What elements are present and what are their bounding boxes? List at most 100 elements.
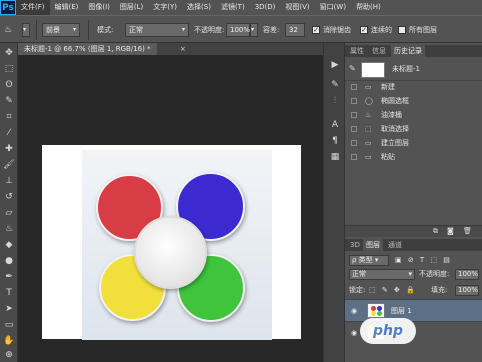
history-snapshot[interactable]: ✎ 未标题-1 xyxy=(345,59,482,81)
menu-file[interactable]: 文件(F) xyxy=(16,0,50,15)
swatches-icon[interactable]: ▦ xyxy=(329,151,341,163)
history-item[interactable]: ▭ 建立图层 xyxy=(345,137,482,149)
brush-tool-icon[interactable]: 🖌 xyxy=(3,159,15,171)
history-brush-tool-icon[interactable]: ↺ xyxy=(3,191,15,203)
paint-bucket-tool-icon[interactable]: ♨ xyxy=(3,223,15,235)
zoom-tool-icon[interactable]: ⊕ xyxy=(3,349,15,361)
menu-window[interactable]: 窗口(W) xyxy=(315,0,351,15)
eraser-tool-icon[interactable]: ▱ xyxy=(3,207,15,219)
tab-info[interactable]: 信息 xyxy=(369,45,389,57)
type-tool-icon[interactable]: T xyxy=(3,287,15,299)
mode-label: 模式: xyxy=(97,26,114,34)
menu-view[interactable]: 视图(V) xyxy=(280,0,314,15)
filter-icons[interactable]: ▣ ⊘ T ⬚ ▤ xyxy=(395,254,452,266)
layer-opacity-input[interactable]: 100% xyxy=(455,269,479,280)
history-item[interactable]: ◯ 椭圆选框 xyxy=(345,95,482,107)
mode-select[interactable]: 正常 ▾ xyxy=(125,23,189,37)
contiguous-label: 连续的 xyxy=(371,26,392,34)
snapshot-name: 未标题-1 xyxy=(392,65,420,73)
search-icon: ρ xyxy=(352,256,359,264)
antialias-checkbox[interactable]: ✓ xyxy=(312,26,320,34)
lock-label: 锁定: xyxy=(349,286,366,294)
lock-icons[interactable]: ⬚ ✎ ✥ 🔒 xyxy=(369,284,417,296)
tab-layers[interactable]: 图层 xyxy=(363,239,383,251)
dodge-tool-icon[interactable]: ● xyxy=(3,255,15,267)
tab-3d[interactable]: 3D xyxy=(347,239,363,251)
trash-icon[interactable]: 🗑 xyxy=(463,227,472,235)
fill-label: 填充: xyxy=(431,286,448,294)
pen-tool-icon[interactable]: ✒ xyxy=(3,271,15,283)
eyedropper-tool-icon[interactable]: ⁄ xyxy=(3,127,15,139)
brush-settings-icon[interactable]: ✎ xyxy=(329,79,341,91)
paint-bucket-icon[interactable]: ♨ xyxy=(4,23,12,37)
layer-opacity-label: 不透明度: xyxy=(419,270,450,278)
opacity-input[interactable]: 100% xyxy=(226,23,250,37)
eye-icon[interactable]: ◉ xyxy=(351,307,357,315)
divider xyxy=(36,20,37,40)
white-center-disc xyxy=(134,216,207,289)
ellipse-marquee-icon: ◯ xyxy=(365,97,373,105)
character-icon[interactable]: A xyxy=(329,119,341,131)
opacity-dropdown[interactable]: ▾ xyxy=(250,23,258,37)
marquee-tool-icon[interactable]: ⬚ xyxy=(3,63,15,75)
menu-layer[interactable]: 图层(L) xyxy=(115,0,148,15)
eye-icon[interactable]: ◉ xyxy=(351,329,357,337)
tab-properties[interactable]: 属性 xyxy=(347,45,367,57)
lasso-tool-icon[interactable]: ʘ xyxy=(3,79,15,91)
quick-select-tool-icon[interactable]: ✎ xyxy=(3,95,15,107)
history-item[interactable]: ▭ 粘贴 xyxy=(345,151,482,163)
blur-tool-icon[interactable]: ◆ xyxy=(3,239,15,251)
all-layers-checkbox[interactable] xyxy=(398,26,406,34)
antialias-label: 消除锯齿 xyxy=(323,26,351,34)
photoshop-logo: Ps xyxy=(0,0,16,15)
move-tool-icon[interactable]: ✥ xyxy=(3,47,15,59)
history-item[interactable]: ♨ 油漆桶 xyxy=(345,109,482,121)
tolerance-input[interactable]: 32 xyxy=(285,23,305,37)
clone-stamp-tool-icon[interactable]: ⊥ xyxy=(3,175,15,187)
layer-row-selected[interactable]: ◉ 图层 1 xyxy=(345,299,482,321)
menu-edit[interactable]: 编辑(E) xyxy=(50,0,84,15)
crop-tool-icon[interactable]: ⌗ xyxy=(3,111,15,123)
tool-preset-dropdown[interactable]: ▾ xyxy=(22,23,30,37)
paint-bucket-icon: ♨ xyxy=(365,111,372,119)
contiguous-checkbox[interactable]: ✓ xyxy=(360,26,368,34)
brush-icon: ✎ xyxy=(349,64,356,73)
tab-channels[interactable]: 通道 xyxy=(385,239,405,251)
history-item[interactable]: ▭ 新建 xyxy=(345,81,482,93)
layer-filter-select[interactable]: ρ 类型 ▾ xyxy=(349,255,389,266)
fill-source-select[interactable]: 前景 ▾ xyxy=(42,23,80,37)
menu-3d[interactable]: 3D(D) xyxy=(250,0,281,15)
document-tab[interactable]: 未标题-1 @ 66.7% (图层 1, RGB/16) * xyxy=(18,43,157,55)
all-layers-label: 所有图层 xyxy=(409,26,437,34)
play-icon[interactable]: ▶ xyxy=(329,59,341,71)
tolerance-label: 容差: xyxy=(263,26,280,34)
paste-icon: ▭ xyxy=(365,153,372,161)
menu-help[interactable]: 帮助(H) xyxy=(351,0,386,15)
layer-thumbnail xyxy=(367,303,385,318)
panel-icon-column: ▶ ✎ ⫶ A ¶ ▦ xyxy=(323,43,345,362)
divider xyxy=(88,20,89,40)
menu-filter[interactable]: 滤镜(T) xyxy=(216,0,250,15)
menu-select[interactable]: 选择(S) xyxy=(182,0,216,15)
fill-input[interactable]: 100% xyxy=(455,285,479,296)
menu-bar: Ps 文件(F) 编辑(E) 图像(I) 图层(L) 文字(Y) 选择(S) 滤… xyxy=(0,0,482,15)
options-bar: ♨ ▾ 前景 ▾ 模式: 正常 ▾ 不透明度: 100% ▾ 容差: 32 ✓ 消除… xyxy=(0,15,482,43)
history-footer: ⧉ ◙ 🗑 xyxy=(345,225,482,237)
path-selection-tool-icon[interactable]: ➤ xyxy=(3,303,15,315)
snapshot-camera-icon[interactable]: ◙ xyxy=(447,227,454,235)
layers-panel-tabs: 3D 图层 通道 xyxy=(345,239,482,251)
paragraph-icon[interactable]: ¶ xyxy=(329,135,341,147)
menu-image[interactable]: 图像(I) xyxy=(83,0,115,15)
shape-tool-icon[interactable]: ▭ xyxy=(3,319,15,331)
menu-type[interactable]: 文字(Y) xyxy=(148,0,182,15)
close-icon[interactable]: × xyxy=(180,43,186,55)
hand-tool-icon[interactable]: ✋ xyxy=(3,335,15,347)
blend-mode-select[interactable]: 正常 ▾ xyxy=(349,269,415,280)
tab-history[interactable]: 历史记录 xyxy=(391,45,425,57)
new-document-icon[interactable]: ⧉ xyxy=(433,227,438,236)
tools-panel: ✥ ⬚ ʘ ✎ ⌗ ⁄ ✚ 🖌 ⊥ ↺ ▱ ♨ ◆ ● ✒ T ➤ ▭ ✋ ⊕ xyxy=(0,43,18,362)
snapshot-thumbnail xyxy=(361,62,385,78)
healing-brush-tool-icon[interactable]: ✚ xyxy=(3,143,15,155)
adjustments-icon[interactable]: ⫶ xyxy=(329,95,341,107)
history-item[interactable]: ⬚ 取消选择 xyxy=(345,123,482,135)
